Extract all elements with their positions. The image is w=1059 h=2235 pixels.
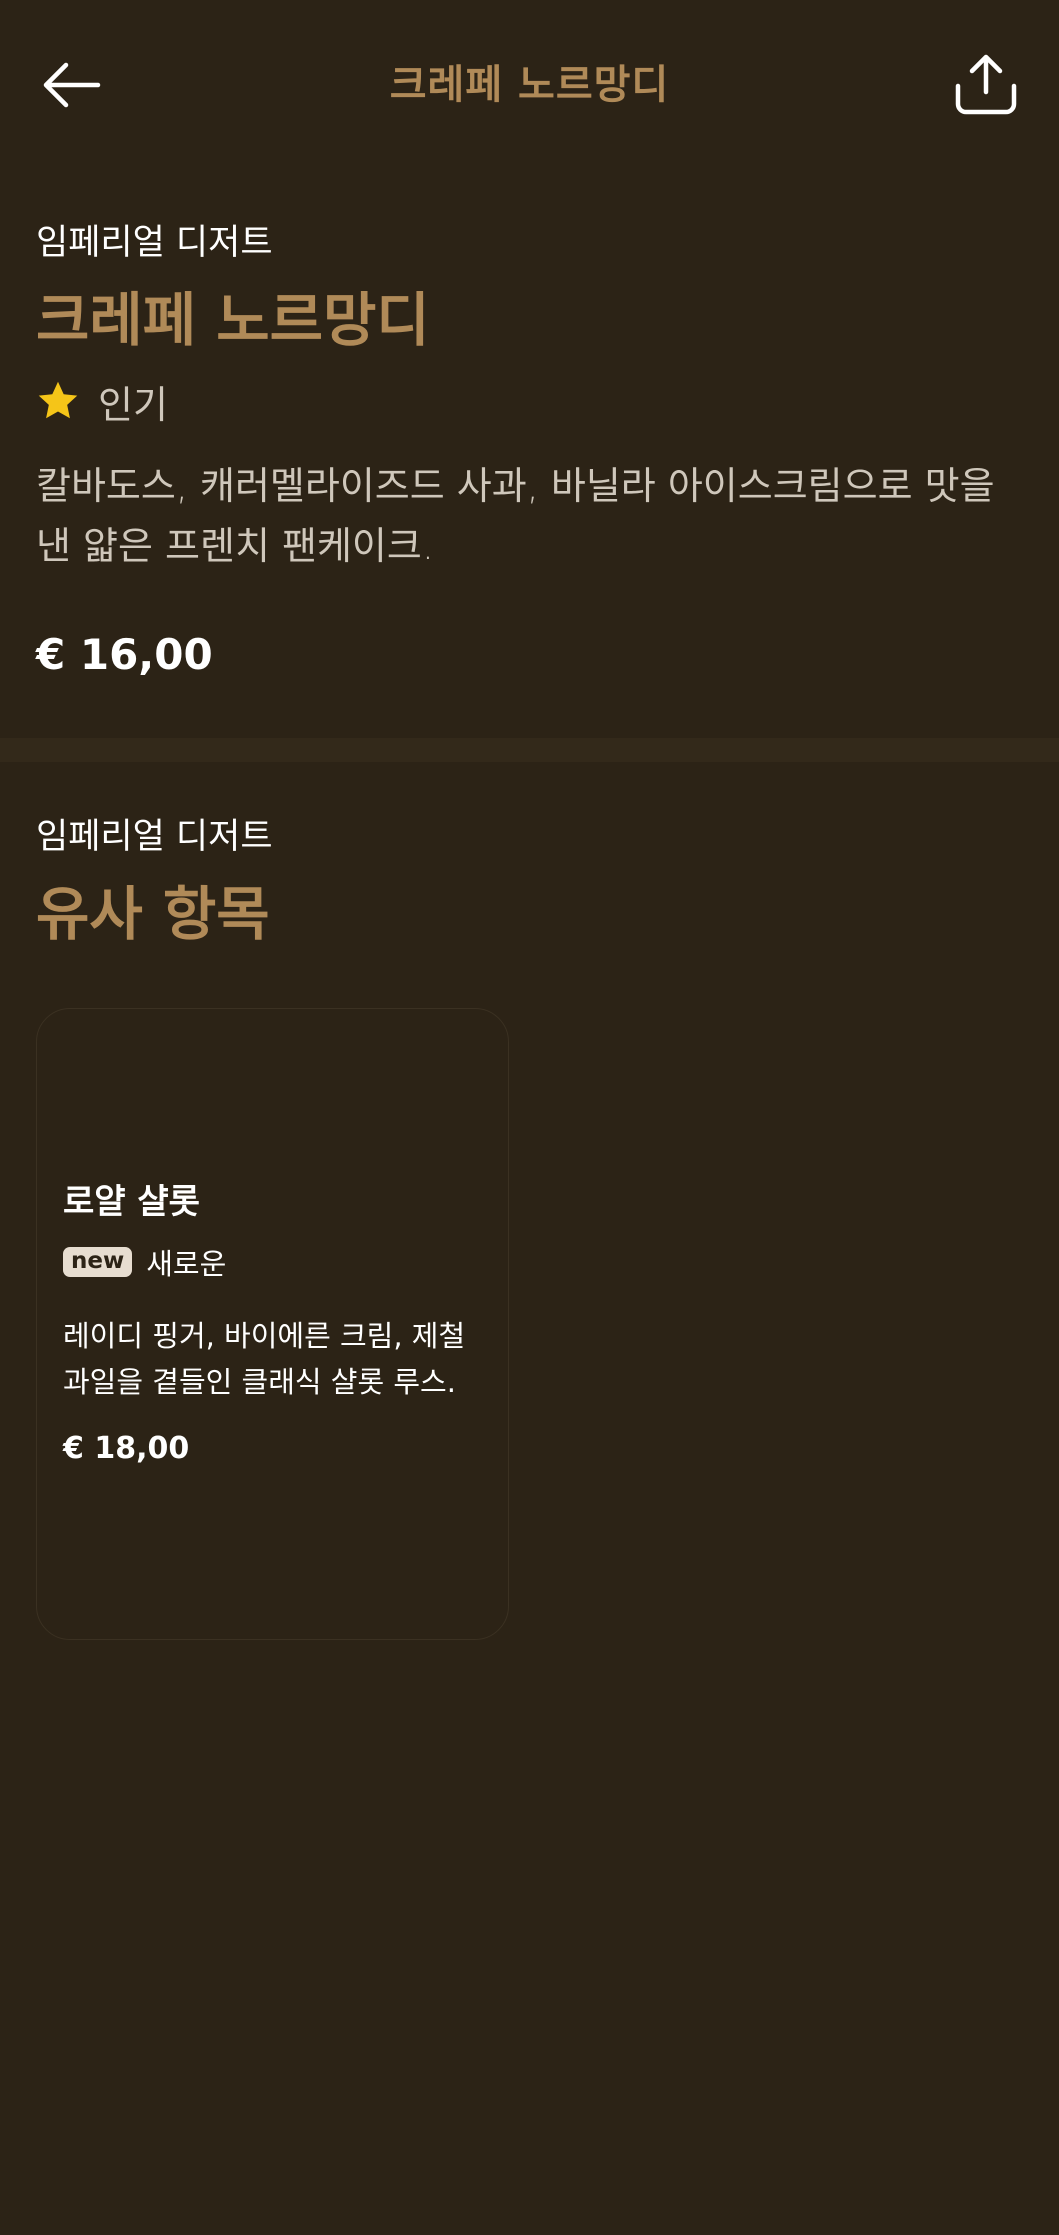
top-bar: 크레페 노르망디 bbox=[0, 0, 1059, 160]
item-detail-screen: 크레페 노르망디 임페리얼 디저트 크레페 노르망디 인기 칼바도스, 캐러멜라… bbox=[0, 0, 1059, 2235]
section-divider bbox=[0, 738, 1059, 762]
card-description: 레이디 핑거, 바이에른 크림, 제철 과일을 곁들인 클래식 샬롯 루스. bbox=[63, 1319, 466, 1399]
card-price: € 18,00 bbox=[63, 1431, 190, 1466]
similar-item-card[interactable]: 로얄 샬롯 new 새로운 레이디 핑거, 바이에른 크림, 제철 과일을 곁들… bbox=[36, 1008, 509, 1640]
tag-label: 인기 bbox=[98, 382, 168, 427]
item-title: 크레페 노르망디 bbox=[36, 286, 430, 354]
badge-label: 새로운 bbox=[146, 1247, 227, 1281]
popular-tag: 인기 bbox=[36, 376, 1026, 427]
similar-title: 유사 항목 bbox=[36, 880, 270, 948]
item-description: 칼바도스, 캐러멜라이즈드 사과, 바닐라 아이스크림으로 맛을 낸 얇은 프렌… bbox=[36, 464, 995, 568]
similar-section-header: 임페리얼 디저트 유사 항목 bbox=[36, 812, 1026, 952]
item-category: 임페리얼 디저트 bbox=[36, 223, 273, 263]
similar-category: 임페리얼 디저트 bbox=[36, 817, 273, 857]
new-badge: new bbox=[63, 1247, 133, 1277]
card-title: 로얄 샬롯 bbox=[63, 1182, 200, 1222]
page-title: 크레페 노르망디 bbox=[389, 62, 670, 108]
share-icon bbox=[955, 54, 1017, 115]
card-badge-row: new 새로운 bbox=[63, 1241, 483, 1283]
star-icon bbox=[38, 381, 78, 419]
item-price: € 16,00 bbox=[36, 630, 213, 679]
card-content: 로얄 샬롯 new 새로운 레이디 핑거, 바이에른 크림, 제철 과일을 곁들… bbox=[63, 1179, 483, 1466]
item-detail: 임페리얼 디저트 크레페 노르망디 인기 칼바도스, 캐러멜라이즈드 사과, 바… bbox=[36, 218, 1026, 679]
share-button[interactable] bbox=[950, 48, 1022, 120]
